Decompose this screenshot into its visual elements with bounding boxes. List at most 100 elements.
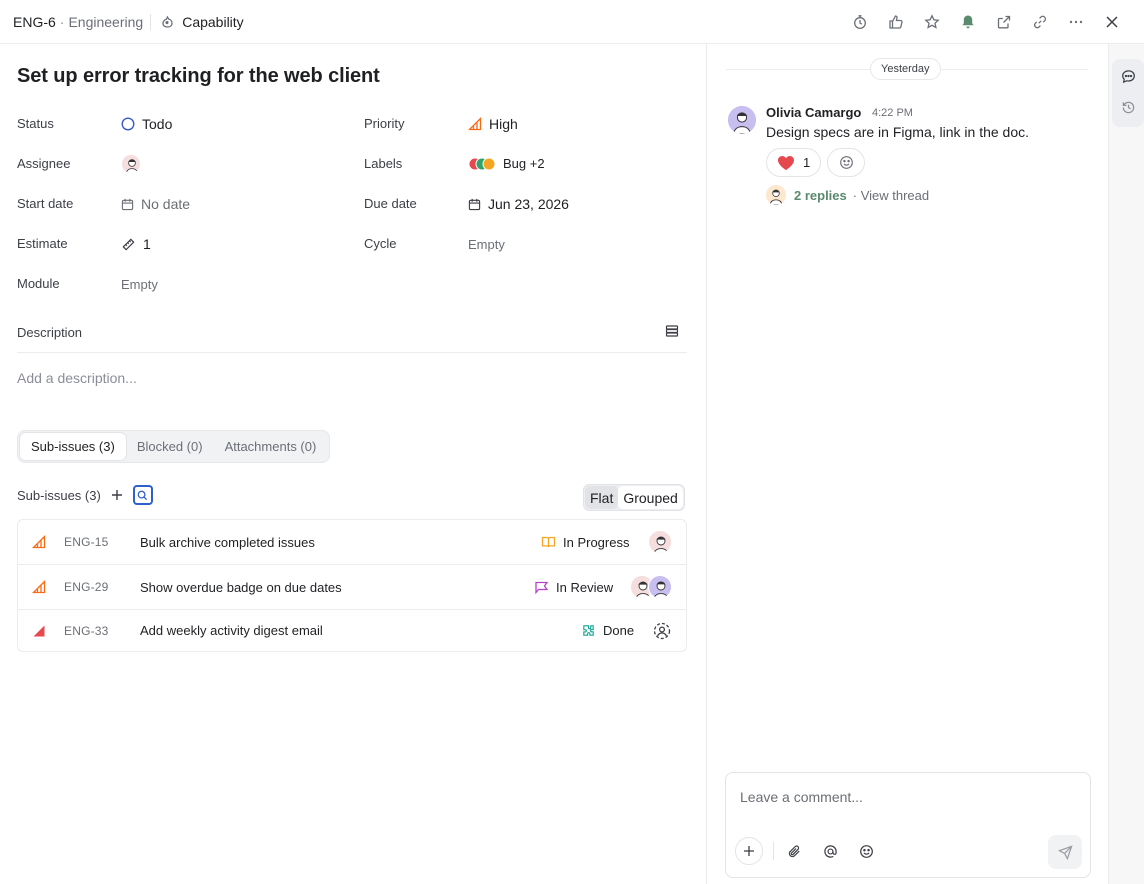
sub-issue-row[interactable]: ENG-29 Show overdue badge on due dates I… (18, 565, 686, 610)
estimate-select[interactable]: 1 (121, 236, 151, 252)
comment-body: Design specs are in Figma, link in the d… (766, 124, 1030, 140)
day-label: Yesterday (870, 58, 941, 80)
sub-issue-row[interactable]: ENG-15 Bulk archive completed issues In … (18, 520, 686, 565)
bell-icon[interactable] (950, 4, 986, 40)
description-label: Description (17, 325, 83, 340)
tab-blocked[interactable]: Blocked (0) (126, 433, 214, 460)
labels-select[interactable]: Bug +2 (468, 156, 545, 171)
comment-author-avatar[interactable] (728, 106, 756, 134)
sub-issue-assignees (630, 575, 672, 599)
breadcrumb-project[interactable]: Capability (160, 13, 244, 30)
priority-high-icon (32, 580, 46, 594)
star-icon[interactable] (914, 4, 950, 40)
description-divider (17, 352, 687, 353)
breadcrumb-divider (150, 13, 152, 30)
priority-select[interactable]: High (468, 116, 518, 132)
start-date-value: No date (141, 196, 191, 212)
unassigned-icon (652, 621, 672, 641)
sub-issue-id: ENG-15 (64, 535, 109, 549)
thumbs-up-icon[interactable] (878, 4, 914, 40)
sub-issue-status[interactable]: In Progress (541, 535, 629, 550)
todo-status-icon (121, 117, 135, 131)
issue-main: Set up error tracking for the web client… (0, 44, 707, 884)
priority-urgent-icon (32, 624, 46, 638)
history-icon[interactable] (1112, 92, 1144, 122)
sub-issue-row[interactable]: ENG-33 Add weekly activity digest email … (18, 610, 686, 651)
top-actions (842, 0, 1130, 44)
breadcrumb-separator: · (59, 13, 65, 30)
labels-value: Bug +2 (503, 156, 545, 171)
link-icon[interactable] (1022, 4, 1058, 40)
sub-issues-header: Sub-issues (3) (17, 485, 153, 505)
heart-icon (777, 155, 795, 171)
view-toggle: Flat Grouped (583, 484, 685, 511)
paperclip-icon[interactable] (780, 837, 808, 865)
comment-composer: Leave a comment... (725, 772, 1091, 878)
mention-icon[interactable] (816, 837, 844, 865)
search-sub-issues-button[interactable] (132, 485, 153, 505)
priority-high-icon (32, 535, 46, 549)
issue-title[interactable]: Set up error tracking for the web client (17, 65, 380, 88)
start-date-select[interactable]: No date (121, 196, 190, 212)
in-review-icon (534, 580, 549, 594)
status-select[interactable]: Todo (121, 116, 172, 132)
view-grouped-button[interactable]: Grouped (618, 486, 683, 509)
cycle-label: Cycle (364, 236, 397, 251)
status-label: Status (17, 116, 54, 131)
module-label: Module (17, 276, 60, 291)
description-input[interactable]: Add a description... (17, 370, 137, 386)
description-layout-icon[interactable] (665, 324, 681, 340)
add-reaction-button[interactable] (827, 148, 865, 177)
close-icon[interactable] (1094, 4, 1130, 40)
avatar (648, 575, 672, 599)
due-date-select[interactable]: Jun 23, 2026 (468, 196, 569, 212)
priority-high-icon (468, 117, 482, 131)
view-thread-link[interactable]: · View thread (853, 188, 929, 203)
sub-issue-id: ENG-33 (64, 623, 109, 638)
reply-avatar (766, 185, 786, 205)
assignee-select[interactable] (121, 154, 141, 174)
calendar-icon (121, 198, 134, 211)
add-attachment-button[interactable] (735, 837, 763, 865)
send-comment-button[interactable] (1048, 835, 1082, 869)
activity-panel: Yesterday Olivia Camargo 4:22 PM Design … (708, 44, 1108, 884)
module-select[interactable]: Empty (121, 277, 158, 292)
comment-thread: 2 replies · View thread (766, 185, 929, 205)
sub-issue-id: ENG-29 (64, 580, 109, 594)
replies-link[interactable]: 2 replies (794, 188, 847, 203)
estimate-label: Estimate (17, 236, 68, 251)
sub-issue-assignees (652, 621, 672, 641)
priority-label: Priority (364, 116, 405, 131)
tab-sub-issues[interactable]: Sub-issues (3) (20, 433, 126, 460)
cycle-select[interactable]: Empty (468, 237, 505, 252)
sub-issue-status[interactable]: Done (581, 623, 634, 638)
toolbar-divider (773, 842, 774, 860)
comment-author[interactable]: Olivia Camargo (766, 105, 861, 120)
comment-input[interactable]: Leave a comment... (740, 789, 863, 805)
in-progress-icon (541, 535, 556, 549)
calendar-icon (468, 198, 481, 211)
more-icon[interactable] (1058, 4, 1094, 40)
tab-attachments[interactable]: Attachments (0) (214, 433, 328, 460)
sub-issue-title: Add weekly activity digest email (140, 623, 323, 638)
heart-reaction[interactable]: 1 (766, 148, 822, 177)
emoji-icon[interactable] (852, 837, 880, 865)
breadcrumb-project-label: Capability (182, 13, 244, 30)
comments-icon[interactable] (1112, 61, 1144, 91)
sub-issue-title: Bulk archive completed issues (140, 534, 315, 550)
side-rail (1108, 44, 1144, 884)
view-flat-button[interactable]: Flat (585, 486, 619, 509)
ruler-icon (121, 237, 136, 252)
add-sub-issue-button[interactable] (107, 485, 127, 505)
avatar (648, 530, 672, 554)
open-external-icon[interactable] (986, 4, 1022, 40)
breadcrumb-team[interactable]: Engineering (68, 14, 143, 30)
project-icon (160, 14, 176, 30)
module-value: Empty (121, 277, 158, 292)
breadcrumb-issue-id[interactable]: ENG-6 (13, 14, 56, 30)
sub-issue-assignees (648, 530, 672, 554)
cycle-value: Empty (468, 237, 505, 252)
sub-issues-title: Sub-issues (3) (17, 487, 101, 503)
sub-issue-status[interactable]: In Review (534, 580, 613, 595)
timer-icon[interactable] (842, 4, 878, 40)
